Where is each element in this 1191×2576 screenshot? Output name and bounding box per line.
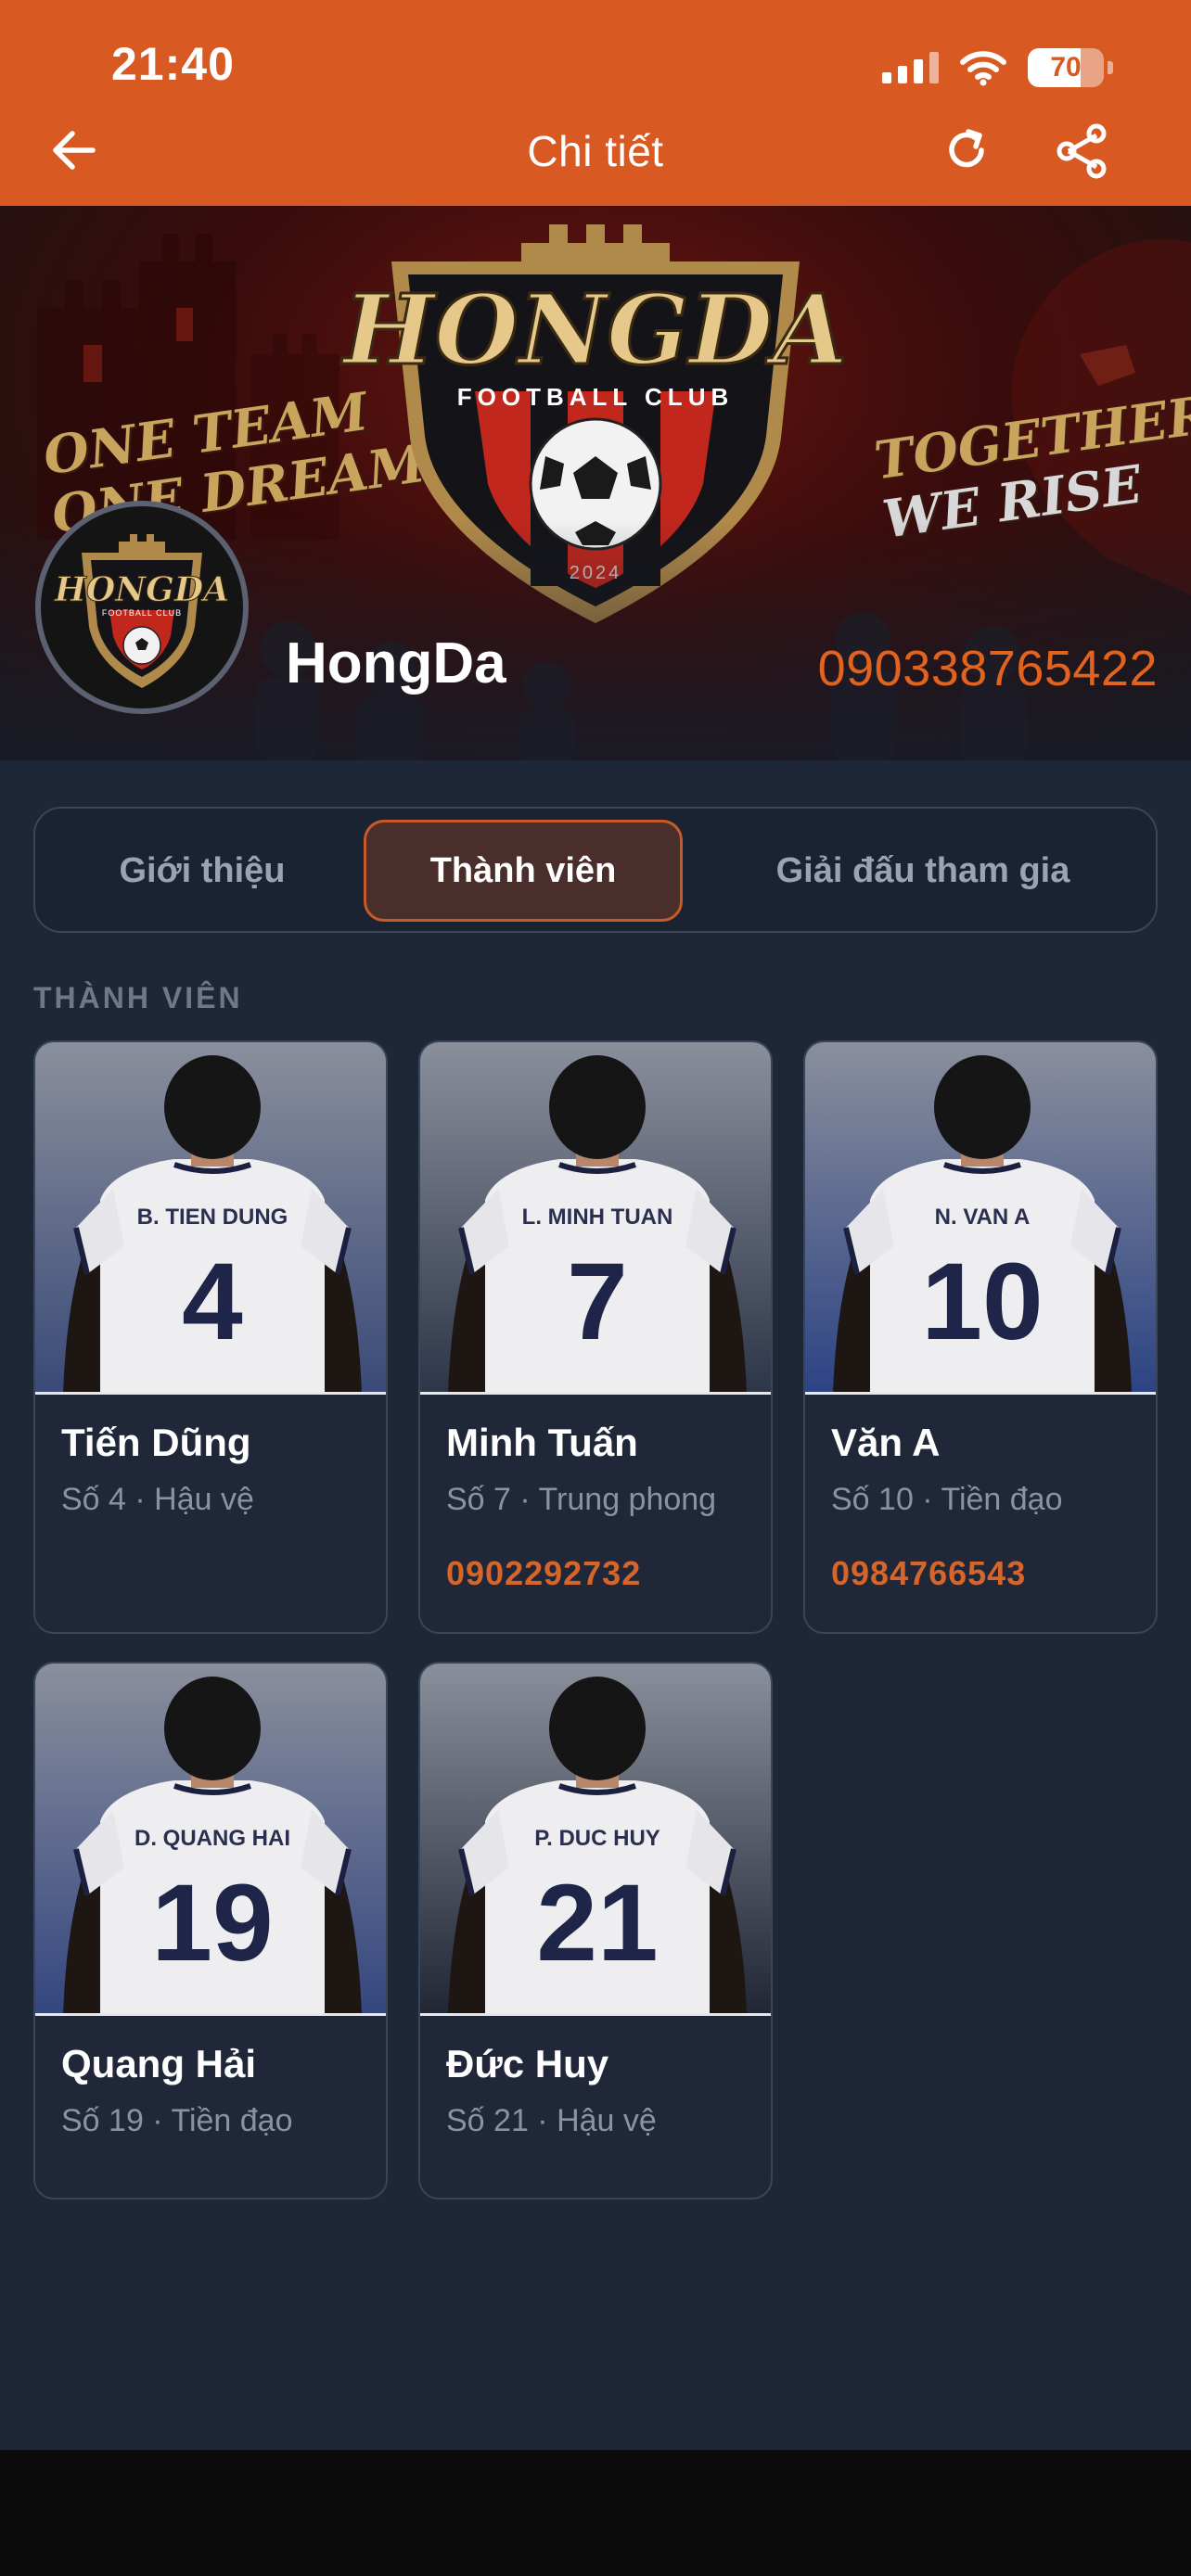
member-info: Số 10 · Tiền đạo [831, 1482, 1063, 1517]
crest-title: HONGDA [340, 273, 848, 387]
shirt-name: P. DUC HUY [534, 1826, 660, 1851]
shirt-number: 21 [536, 1862, 658, 1984]
member-info: Số 21 · Hậu vệ [446, 2103, 657, 2138]
wifi-icon [960, 51, 1006, 86]
team-avatar: HONGDA FOOTBALL CLUB [35, 501, 249, 714]
team-name: HongDa [286, 631, 506, 695]
crest-subtitle: FOOTBALL CLUB [457, 383, 735, 411]
shirt-name: N. VAN A [935, 1205, 1031, 1230]
shirt-name: B. TIEN DUNG [137, 1205, 288, 1230]
cellular-signal-icon [882, 52, 939, 83]
section-label-members: THÀNH VIÊN [33, 981, 243, 1014]
member-name: Quang Hải [61, 2042, 257, 2085]
member-card[interactable]: B. TIEN DUNG 4 Tiến Dũng Số 4 · Hậu vệ [33, 1040, 388, 1634]
member-phone[interactable]: 0902292732 [446, 1554, 641, 1593]
battery-percent: 70 [1050, 52, 1082, 83]
tab-bar: Giới thiệu Thành viên Giải đấu tham gia [33, 807, 1158, 933]
member-name: Tiến Dũng [61, 1421, 251, 1464]
avatar-crest-subtitle: FOOTBALL CLUB [102, 608, 182, 618]
bottom-bar [0, 2450, 1191, 2576]
member-photo: D. QUANG HAI 19 [35, 1664, 386, 2016]
shirt-name: D. QUANG HAI [134, 1826, 290, 1851]
member-phone[interactable]: 0984766543 [831, 1554, 1026, 1593]
app-bar: 21:40 70 Chi tiết [0, 0, 1191, 206]
battery-tip [1108, 61, 1113, 74]
team-phone[interactable]: 090338765422 [818, 640, 1158, 697]
status-icons: 70 [882, 45, 1113, 91]
shirt-number: 19 [151, 1862, 273, 1984]
member-name: Đức Huy [446, 2042, 609, 2085]
member-card[interactable]: N. VAN A 10 Văn A Số 10 · Tiền đạo 098476654… [803, 1040, 1158, 1634]
refresh-icon[interactable] [939, 122, 994, 178]
tab-tournaments[interactable]: Giải đấu tham gia [694, 820, 1152, 922]
tab-members[interactable]: Thành viên [364, 820, 683, 922]
shirt-name: L. MINH TUAN [522, 1205, 673, 1230]
member-photo: B. TIEN DUNG 4 [35, 1042, 386, 1395]
member-info: Số 7 · Trung phong [446, 1482, 717, 1517]
member-card[interactable]: D. QUANG HAI 19 Quang Hải Số 19 · Tiền đạo [33, 1662, 388, 2200]
member-name: Văn A [831, 1421, 941, 1464]
battery-icon: 70 [1028, 48, 1104, 87]
member-card[interactable]: L. MINH TUAN 7 Minh Tuấn Số 7 · Trung phong… [418, 1040, 773, 1634]
page-title: Chi tiết [527, 127, 664, 175]
shirt-number: 7 [567, 1241, 628, 1363]
shirt-number: 4 [182, 1241, 243, 1363]
member-card[interactable]: P. DUC HUY 21 Đức Huy Số 21 · Hậu vệ [418, 1662, 773, 2200]
crest-year: 2024 [570, 563, 622, 583]
share-icon[interactable] [1054, 122, 1111, 180]
shirt-number: 10 [921, 1241, 1043, 1363]
member-info: Số 4 · Hậu vệ [61, 1482, 254, 1517]
tab-intro[interactable]: Giới thiệu [45, 820, 360, 922]
status-time: 21:40 [111, 38, 235, 90]
team-crest: HONGDA FOOTBALL CLUB 2024 [339, 224, 849, 623]
member-info: Số 19 · Tiền đạo [61, 2103, 293, 2138]
avatar-crest-title: HONGDA [54, 570, 229, 609]
member-photo: N. VAN A 10 [805, 1042, 1156, 1395]
member-photo: L. MINH TUAN 7 [420, 1042, 771, 1395]
member-name: Minh Tuấn [446, 1421, 638, 1464]
member-photo: P. DUC HUY 21 [420, 1664, 771, 2016]
